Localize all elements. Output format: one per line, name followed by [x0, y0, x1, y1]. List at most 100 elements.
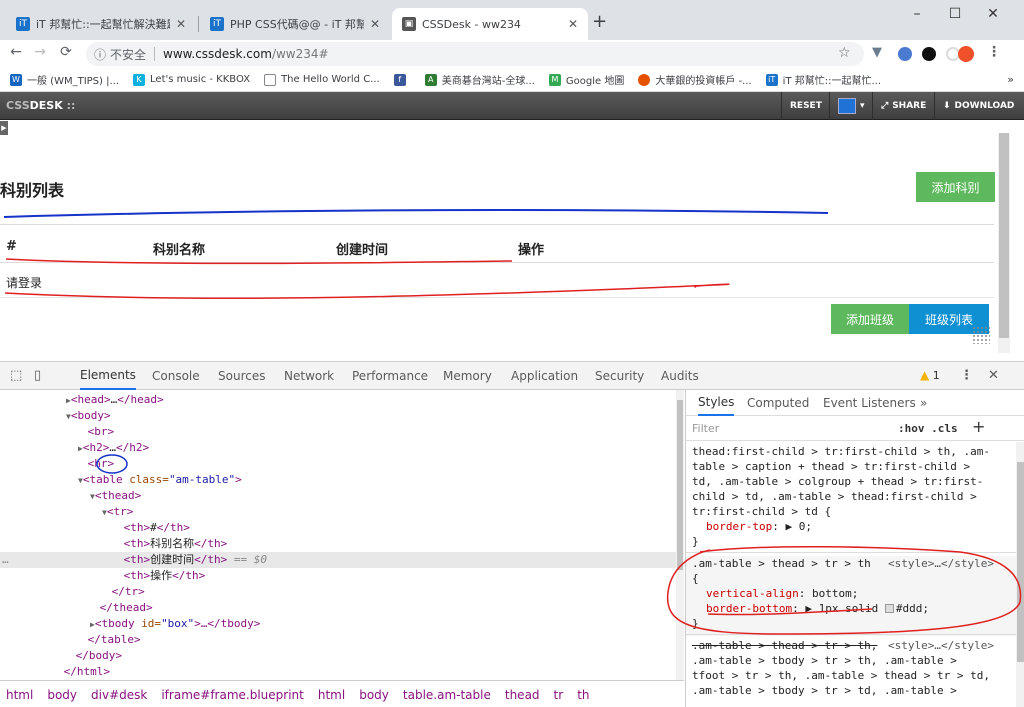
breadcrumb-item[interactable]: body	[359, 688, 389, 702]
bookmark-item[interactable]: A 美商碁台灣站-全球...	[424, 72, 535, 87]
tab-security[interactable]: Security	[595, 362, 644, 390]
warning-count[interactable]: ▲ 1	[920, 368, 940, 382]
dom-node[interactable]: ▶<head>…</head>	[66, 392, 164, 408]
css-declaration[interactable]: border-top: ▶ 0;	[706, 519, 812, 534]
tab-elements[interactable]: Elements	[80, 362, 136, 390]
breadcrumb-item[interactable]: table.am-table	[403, 688, 491, 702]
css-source-link[interactable]: <style>…</style>	[888, 638, 994, 653]
dom-node-open: </table>	[87, 633, 141, 646]
more-tabs-icon[interactable]: »	[920, 390, 927, 416]
tab-network[interactable]: Network	[284, 362, 334, 390]
bookmark-item[interactable]: M Google 地圖	[548, 72, 624, 87]
dom-node[interactable]: ▼<table class="am-table">	[78, 472, 242, 488]
hov-cls-toggle[interactable]: :hov .cls	[898, 422, 958, 435]
dom-node[interactable]: ▼<body>	[66, 408, 111, 424]
device-toolbar-icon[interactable]: ▯	[34, 368, 41, 383]
dom-node[interactable]: ▶<tbody id="box">…</tbody>	[90, 616, 260, 632]
opera-extension-icon[interactable]	[898, 47, 912, 61]
reset-button[interactable]: RESET	[781, 92, 830, 120]
breadcrumb-item[interactable]: div#desk	[91, 688, 147, 702]
bookmark-item[interactable]: iT iT 邦幫忙::一起幫忙...	[765, 72, 881, 87]
new-tab-button[interactable]: +	[592, 13, 607, 31]
dom-node[interactable]: </body>	[66, 648, 122, 664]
dom-node[interactable]: <th>操作</th>	[114, 568, 206, 584]
vuetify-extension-icon[interactable]: ▼	[872, 45, 886, 60]
table-header-actions: 操作	[518, 243, 545, 258]
breadcrumb-item[interactable]: iframe#frame.blueprint	[161, 688, 304, 702]
styles-scrollbar[interactable]	[1016, 442, 1024, 707]
back-arrow-icon[interactable]: ←	[6, 44, 26, 60]
expand-panel-icon[interactable]: ▶	[0, 121, 8, 135]
bookmark-item[interactable]: 大華銀的投資帳戶 -...	[638, 72, 752, 87]
styles-filter[interactable]: Filter :hov .cls +	[686, 417, 1024, 441]
dom-node-open: <th>	[123, 569, 151, 582]
info-icon[interactable]: ⓘ	[94, 46, 106, 63]
dom-node[interactable]: … <th>创建时间</th> == $0	[0, 552, 676, 568]
resize-handle-icon[interactable]	[972, 326, 990, 344]
dom-tree-scrollbar[interactable]	[676, 390, 684, 680]
dom-node[interactable]: <th>科别名称</th>	[114, 536, 228, 552]
dom-node[interactable]: </tr>	[102, 584, 145, 600]
inspect-element-icon[interactable]: ⬚	[10, 368, 22, 383]
new-rule-button[interactable]: +	[972, 417, 985, 436]
css-source-link[interactable]: <style>…</style>	[888, 556, 994, 571]
color-swatch-icon[interactable]	[884, 604, 894, 613]
close-tab-icon[interactable]: ✕	[176, 17, 186, 31]
dom-node[interactable]: </thead>	[90, 600, 153, 616]
chrome-menu-icon[interactable]: ⋮	[984, 44, 1004, 60]
breadcrumb-item[interactable]: html	[6, 688, 33, 702]
dom-node[interactable]: <hr>	[78, 456, 115, 472]
bookmark-item[interactable]: f	[393, 73, 411, 86]
forward-arrow-icon[interactable]: →	[30, 44, 50, 60]
tab-memory[interactable]: Memory	[443, 362, 492, 390]
tab-performance[interactable]: Performance	[352, 362, 428, 390]
minimize-button[interactable]: –	[902, 6, 932, 22]
bookmark-star-icon[interactable]: ☆	[838, 45, 851, 61]
profile-avatar[interactable]	[958, 46, 974, 62]
breadcrumb-item[interactable]: html	[318, 688, 345, 702]
dom-node[interactable]: ▼<tr>	[102, 504, 133, 520]
tab-console[interactable]: Console	[152, 362, 200, 390]
more-options-icon[interactable]: ⋮	[960, 368, 973, 383]
browser-tab-ithelp-2[interactable]: iT PHP CSS代碼@@ - iT 邦幫忙::一 ✕	[200, 8, 390, 40]
add-subject-button[interactable]: 添加科别	[916, 172, 995, 202]
tab-application[interactable]: Application	[511, 362, 578, 390]
close-devtools-icon[interactable]: ✕	[988, 368, 999, 383]
add-class-button[interactable]: 添加班级	[831, 304, 909, 334]
theme-picker[interactable]: ▾	[829, 92, 873, 120]
tab-computed[interactable]: Computed	[747, 390, 809, 416]
preview-scrollbar[interactable]	[998, 133, 1010, 353]
css-declaration[interactable]: border-bottom: ▶ 1px solid #ddd;	[706, 601, 929, 616]
dark-mode-extension-icon[interactable]	[922, 47, 936, 61]
close-tab-icon[interactable]: ✕	[568, 17, 578, 31]
reload-icon[interactable]: ⟳	[56, 44, 76, 60]
bookmark-item[interactable]: K Let's music - KKBOX	[133, 73, 250, 86]
maximize-button[interactable]: ☐	[940, 6, 970, 22]
address-bar[interactable]: ⓘ 不安全 www.cssdesk.com/ww234#	[86, 42, 864, 66]
tab-sources[interactable]: Sources	[218, 362, 265, 390]
css-declaration[interactable]: vertical-align: bottom;	[706, 586, 858, 601]
breadcrumb-item[interactable]: body	[47, 688, 77, 702]
dom-node[interactable]: <th>#</th>	[114, 520, 190, 536]
breadcrumb-item[interactable]: tr	[554, 688, 564, 702]
bookmark-item[interactable]: W 一般 (WM_TIPS) |...	[10, 72, 119, 87]
bookmarks-overflow-icon[interactable]: »	[1007, 73, 1014, 86]
dom-node[interactable]: ▶<h2>…</h2>	[78, 440, 149, 456]
browser-tab-ithelp-1[interactable]: iT iT 邦幫忙::一起幫忙解決難題，拯 ✕	[6, 8, 196, 40]
tab-event-listeners[interactable]: Event Listeners	[823, 390, 916, 416]
breadcrumb-item[interactable]: thead	[505, 688, 540, 702]
dom-node[interactable]: ▼<thead>	[90, 488, 141, 504]
tab-title: PHP CSS代碼@@ - iT 邦幫忙::一	[230, 18, 364, 31]
close-tab-icon[interactable]: ✕	[370, 17, 380, 31]
breadcrumb-item[interactable]: th	[577, 688, 589, 702]
browser-tab-cssdesk[interactable]: ▣ CSSDesk - ww234 ✕	[392, 8, 588, 40]
close-window-button[interactable]: ✕	[978, 6, 1008, 22]
share-button[interactable]: ⤢ SHARE	[872, 92, 934, 120]
dom-node[interactable]: </table>	[78, 632, 141, 648]
tab-audits[interactable]: Audits	[661, 362, 699, 390]
bookmark-item[interactable]: The Hello World C...	[264, 73, 380, 86]
tab-styles[interactable]: Styles	[698, 390, 735, 416]
dom-node[interactable]: <br>	[78, 424, 115, 440]
dom-node[interactable]: </html>	[54, 664, 110, 680]
download-button[interactable]: ⬇ DOWNLOAD	[934, 92, 1022, 120]
